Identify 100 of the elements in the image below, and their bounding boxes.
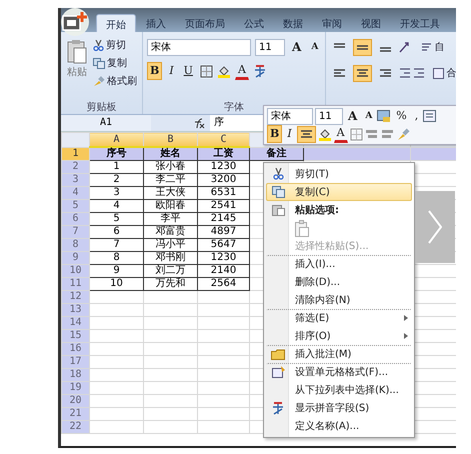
table-cell: 张小春	[156, 161, 186, 172]
merge-label[interactable]: 合	[446, 66, 456, 80]
function-icon[interactable]	[193, 118, 205, 128]
table-cell: 冯小平	[156, 239, 186, 250]
decimal-icon[interactable]	[364, 128, 395, 140]
menu-item[interactable]: 插入(I)...	[266, 255, 412, 273]
borders-icon[interactable]	[200, 64, 213, 78]
row-header[interactable]: 4	[62, 186, 90, 200]
menu-item[interactable]: 设置单元格格式(F)...	[266, 363, 412, 381]
ribbon-tab[interactable]: 审阅	[313, 14, 351, 32]
row-header[interactable]: 22	[62, 420, 90, 434]
row-header[interactable]: 1	[62, 147, 90, 160]
fill-color-icon[interactable]	[318, 127, 332, 141]
indent-icon[interactable]	[399, 67, 426, 79]
cut-button[interactable]: 剪切	[92, 37, 138, 53]
align-icon	[356, 68, 370, 78]
scissors-icon	[272, 168, 284, 180]
row-header[interactable]: 5	[62, 200, 90, 212]
row-header[interactable]: 10	[62, 264, 90, 278]
row-header[interactable]: 19	[62, 382, 90, 394]
font-name-field[interactable]: 宋体	[147, 38, 251, 56]
font-name-field[interactable]: 宋体	[267, 108, 313, 124]
font-color-button[interactable]: A	[334, 125, 348, 143]
font-style-button[interactable]: B	[267, 125, 282, 143]
fill-color-icon[interactable]	[216, 64, 231, 78]
table-cell: 王大侠	[156, 187, 186, 198]
format-icon[interactable]	[423, 110, 436, 122]
ribbon-tab[interactable]: 公式	[235, 14, 273, 32]
font-color-button[interactable]: A	[234, 62, 249, 80]
row-header[interactable]: 13	[62, 304, 90, 316]
wrap-text-icon[interactable]	[421, 42, 432, 52]
menu-item[interactable]: 插入批注(M)	[266, 345, 412, 363]
vertical-align-button[interactable]	[353, 38, 372, 56]
phonetic-icon[interactable]	[252, 64, 267, 78]
row-header[interactable]: 21	[62, 408, 90, 420]
table-cell: 欧阳春	[156, 200, 186, 211]
ribbon-tab[interactable]: 开始	[96, 14, 136, 32]
font-style-button[interactable]: I	[166, 62, 177, 80]
ribbon-tab[interactable]: 数据	[274, 14, 312, 32]
shrink-font-button[interactable]: A	[308, 38, 322, 56]
grow-font-button[interactable]: A	[345, 107, 360, 125]
ribbon-tab[interactable]: 页面布局	[176, 14, 234, 32]
row-header[interactable]: 9	[62, 252, 90, 264]
menu-item[interactable]: 清除内容(N)	[266, 291, 412, 309]
borders-icon[interactable]	[350, 128, 363, 140]
formula-field[interactable]: 序	[210, 115, 254, 131]
row-header[interactable]: 6	[62, 212, 90, 226]
font-style-button[interactable]: I	[284, 125, 295, 143]
ribbon-tab[interactable]: 视图	[352, 14, 390, 32]
row-header[interactable]: 8	[62, 238, 90, 252]
font-size-field[interactable]: 11	[255, 38, 285, 56]
row-header[interactable]: 16	[62, 342, 90, 356]
row-header[interactable]: 15	[62, 330, 90, 342]
table-cell: 邓书刚	[156, 252, 186, 263]
clipboard-icon	[66, 39, 88, 65]
row-header[interactable]: 18	[62, 368, 90, 382]
ribbon-tab[interactable]: 插入	[137, 14, 175, 32]
format-painter-button[interactable]: 格式刷	[92, 73, 138, 89]
cell-styles-icon[interactable]	[377, 110, 392, 122]
table-cell: 姓名	[160, 148, 180, 159]
row-header[interactable]: 17	[62, 356, 90, 368]
row-header[interactable]: 14	[62, 316, 90, 330]
column-header[interactable]: A	[90, 132, 144, 147]
comma-button[interactable]: ,	[412, 107, 422, 125]
menu-item[interactable]: 粘贴选项:	[266, 201, 412, 219]
menu-item[interactable]: 删除(D)...	[266, 273, 412, 291]
shrink-font-button[interactable]: A	[362, 107, 376, 125]
menu-item[interactable]: 复制(C)	[266, 183, 412, 201]
align-icon	[333, 68, 346, 78]
paste-button[interactable]: 粘贴	[65, 37, 89, 100]
column-header[interactable]: C	[198, 132, 250, 147]
column-header[interactable]: B	[144, 132, 198, 147]
font-size-field[interactable]: 11	[315, 108, 343, 124]
row-header[interactable]: 11	[62, 278, 90, 290]
wrap-text-label[interactable]: 自	[434, 40, 444, 54]
grow-font-button[interactable]: A	[289, 38, 304, 56]
horizontal-align-button[interactable]	[353, 64, 372, 82]
menu-item[interactable]: 从下拉列表中选择(K)...	[266, 381, 412, 399]
name-box[interactable]: A1	[61, 115, 151, 131]
font-style-button[interactable]: U	[180, 62, 196, 80]
row-header[interactable]: 2	[62, 160, 90, 174]
table-cell: 2140	[210, 265, 236, 276]
font-style-button[interactable]: B	[147, 62, 162, 80]
menu-item[interactable]: 剪切(T)	[266, 165, 412, 183]
table-cell: 1230	[210, 161, 236, 172]
menu-item[interactable]: 定义名称(A)...	[266, 417, 412, 435]
menu-item[interactable]: 筛选(E)	[266, 309, 412, 327]
table-cell: 序号	[106, 148, 126, 159]
table-cell: 2564	[210, 278, 236, 289]
center-align-button[interactable]	[296, 126, 316, 142]
row-header[interactable]: 3	[62, 174, 90, 186]
menu-item[interactable]: 排序(O)	[266, 327, 412, 345]
merge-cells-icon[interactable]	[433, 68, 444, 78]
row-header[interactable]: 7	[62, 226, 90, 238]
ribbon-tab[interactable]: 开发工具	[391, 14, 449, 32]
percent-button[interactable]: %	[393, 107, 410, 125]
row-header[interactable]: 12	[62, 290, 90, 304]
row-header[interactable]: 20	[62, 394, 90, 408]
menu-item[interactable]: 显示拼音字段(S)	[266, 399, 412, 417]
copy-button[interactable]: 复制	[92, 55, 138, 71]
